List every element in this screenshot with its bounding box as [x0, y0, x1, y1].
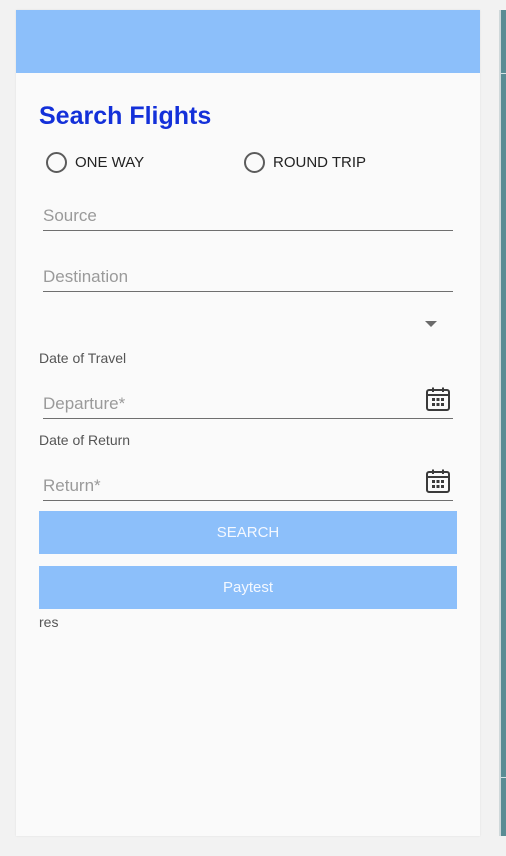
destination-field	[43, 256, 453, 292]
side-panel-divider	[501, 777, 506, 778]
page-title: Search Flights	[39, 102, 212, 130]
one-way-radio[interactable]: ONE WAY	[46, 151, 144, 173]
radio-circle-icon[interactable]	[244, 151, 265, 173]
date-of-return-label: Date of Return	[39, 432, 131, 448]
chevron-down-icon[interactable]	[425, 321, 437, 327]
date-of-travel-label: Date of Travel	[39, 350, 127, 366]
result-text: res	[39, 614, 59, 630]
departure-input[interactable]	[43, 394, 413, 414]
one-way-label: ONE WAY	[75, 153, 145, 171]
side-panel-divider	[501, 73, 506, 74]
return-field	[43, 465, 453, 501]
departure-field	[43, 383, 453, 419]
round-trip-radio[interactable]: ROUND TRIP	[244, 151, 366, 173]
return-input[interactable]	[43, 476, 413, 496]
source-input[interactable]	[43, 206, 413, 226]
search-flights-card: Search Flights ONE WAY ROUND TRIP Date o…	[16, 10, 480, 836]
radio-circle-icon[interactable]	[46, 151, 67, 173]
destination-input[interactable]	[43, 267, 413, 287]
calendar-icon[interactable]	[425, 386, 451, 412]
round-trip-label: ROUND TRIP	[273, 153, 367, 171]
side-panel	[499, 10, 506, 836]
header-bar	[16, 10, 480, 73]
calendar-icon[interactable]	[425, 468, 451, 494]
paytest-button[interactable]: Paytest	[39, 566, 457, 609]
source-field	[43, 195, 453, 231]
search-button[interactable]: SEARCH	[39, 511, 457, 554]
